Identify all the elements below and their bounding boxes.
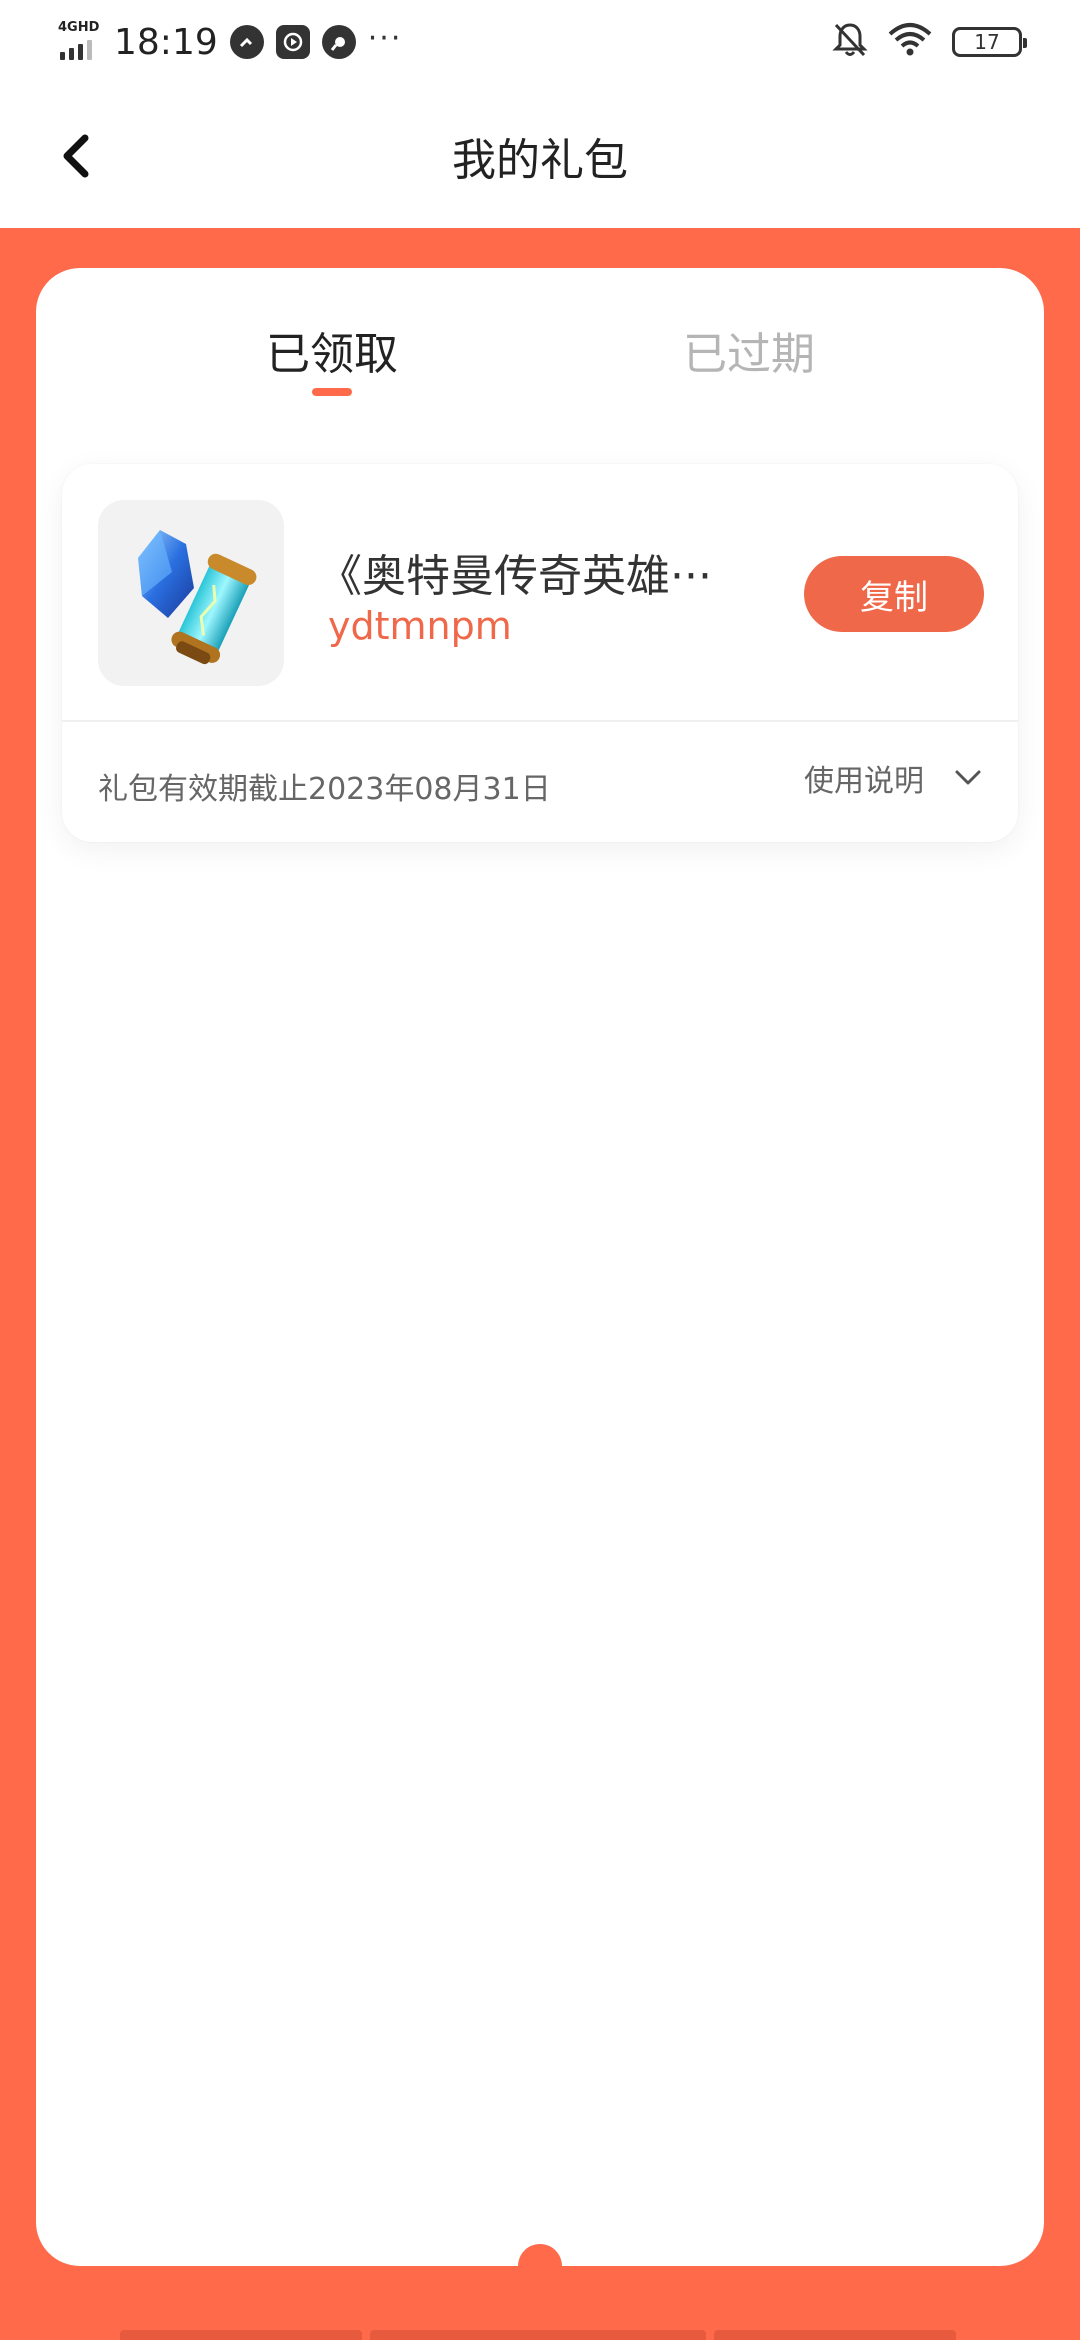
active-tab-indicator: [312, 388, 352, 396]
copy-button[interactable]: 复制: [804, 556, 984, 632]
bell-muted-icon: [832, 21, 868, 63]
back-button[interactable]: [46, 124, 106, 188]
status-left: 4GHD 18:19 ···: [58, 20, 402, 64]
nav-bar: 我的礼包: [0, 84, 1080, 228]
gift-capsule-icon: [138, 530, 257, 665]
battery-icon: 17: [952, 27, 1027, 57]
tab-bar: 已领取 已过期: [36, 268, 1044, 428]
gift-code: ydtmnpm: [328, 604, 512, 648]
gift-list-panel: 已领取 已过期 《奥特曼传奇英雄··· ydtmnpm 复制 礼包有效期截止20…: [36, 268, 1044, 2266]
status-bar: 4GHD 18:19 ··· 17: [0, 0, 1080, 84]
gift-image: [98, 500, 284, 686]
battery-level: 17: [974, 30, 1000, 54]
more-notifications: ···: [367, 20, 403, 56]
usage-instructions-label: 使用说明: [804, 764, 924, 799]
gift-name: 《奥特曼传奇英雄···: [318, 551, 712, 602]
tab-received[interactable]: 已领取: [266, 318, 398, 382]
validity-text: 礼包有效期截止2023年08月31日: [98, 772, 551, 807]
chevron-left-icon: [63, 134, 89, 178]
wifi-icon: [888, 22, 932, 62]
status-time: 18:19: [114, 21, 218, 63]
speed-icon: [229, 25, 264, 59]
chevron-down-icon: [955, 770, 981, 785]
usage-instructions-toggle[interactable]: 使用说明: [804, 756, 982, 800]
divider: [62, 720, 1018, 722]
status-right: 17: [832, 21, 1027, 63]
bottom-handle: [518, 2244, 562, 2288]
cellular-signal-icon: 4GHD: [58, 20, 104, 64]
tab-expired[interactable]: 已过期: [683, 318, 815, 382]
message-icon: [321, 25, 356, 59]
page-title: 我的礼包: [452, 135, 628, 186]
video-play-icon: [275, 25, 310, 59]
gift-card: 《奥特曼传奇英雄··· ydtmnpm 复制 礼包有效期截止2023年08月31…: [62, 464, 1018, 842]
bottom-edge: [120, 2330, 960, 2340]
network-type: 4GHD: [58, 20, 100, 35]
